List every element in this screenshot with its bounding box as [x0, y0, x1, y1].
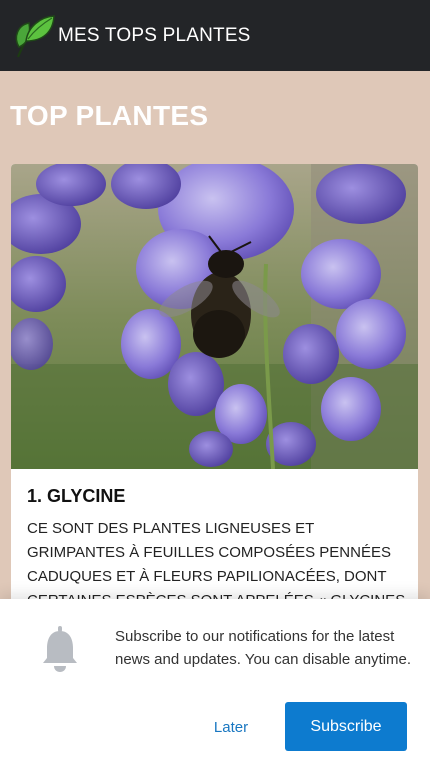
- later-button[interactable]: Later: [196, 703, 266, 751]
- top-navbar: MES TOPS PLANTES: [0, 0, 430, 71]
- bell-icon: [43, 626, 77, 672]
- notification-prompt: Subscribe to our notifications for the l…: [0, 599, 430, 769]
- subscribe-button[interactable]: Subscribe: [285, 702, 407, 751]
- leaf-logo-icon[interactable]: [12, 13, 56, 59]
- glycine-photo: [11, 164, 418, 469]
- brand-name[interactable]: MES TOPS PLANTES: [58, 25, 251, 47]
- prompt-message: Subscribe to our notifications for the l…: [115, 628, 412, 668]
- page-title: TOP PLANTES: [10, 100, 209, 131]
- card-title: 1. GLYCINE: [27, 486, 126, 506]
